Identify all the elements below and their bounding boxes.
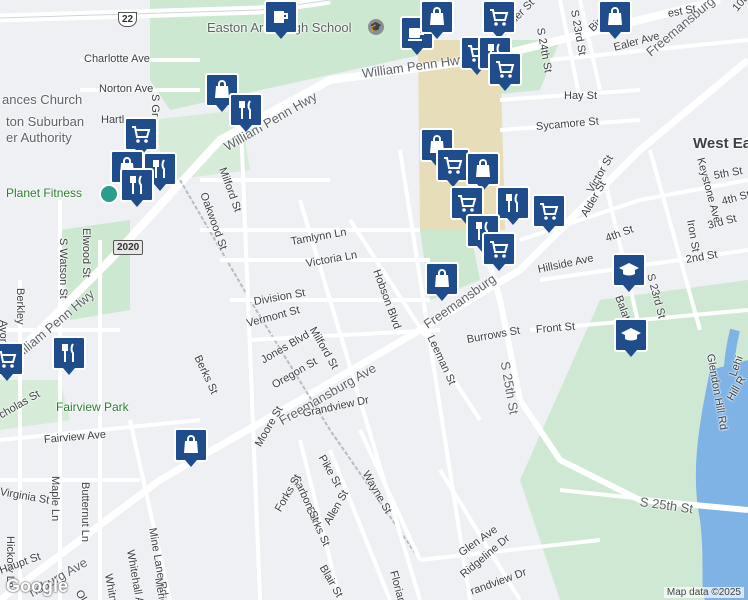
map-attribution[interactable]: Map data ©2025 xyxy=(663,587,744,598)
grocery-pin-6[interactable] xyxy=(532,194,566,233)
street-charlotte-ave: Charlotte Ave xyxy=(84,53,150,65)
shopping-bag-icon xyxy=(608,7,622,25)
fork-knife-icon xyxy=(506,193,518,212)
street-berkley: Berkley xyxy=(14,288,26,325)
shopping-bag-icon xyxy=(435,269,449,287)
shopping-pin-5[interactable] xyxy=(466,152,500,191)
map-canvas[interactable]: 22 2020 Easton Area High School 🎓 ances … xyxy=(0,0,748,600)
school-pin-1[interactable] xyxy=(612,253,646,292)
street-butternut-ln: Butternut Ln xyxy=(79,482,91,542)
grocery-pin-7[interactable] xyxy=(482,232,516,271)
water-authority-label: er Authority xyxy=(6,130,72,145)
shopping-pin-7[interactable] xyxy=(174,428,208,467)
grocery-pin-2[interactable] xyxy=(488,52,522,91)
cart-icon xyxy=(490,9,509,26)
coffee-icon xyxy=(274,11,288,23)
street-s-watson-st: S Watson St xyxy=(57,238,69,299)
restaurant-pin-2[interactable] xyxy=(229,93,263,132)
street-hartley: Hartl xyxy=(101,114,125,126)
grocery-pin-top[interactable] xyxy=(482,0,516,39)
us-22-shield: 22 xyxy=(118,12,138,27)
street-maple-ln: Maple Ln xyxy=(49,476,61,522)
pa-2020-shield: 2020 xyxy=(113,240,144,255)
cart-icon xyxy=(496,61,515,78)
fairview-park-label: Fairview Park xyxy=(56,400,129,414)
shopping-pin-top-right[interactable] xyxy=(598,0,632,39)
cart-icon xyxy=(490,241,509,258)
graduation-cap-icon xyxy=(619,263,639,276)
fork-knife-icon xyxy=(62,343,74,362)
school-pin-2[interactable] xyxy=(614,318,648,357)
graduation-cap-icon xyxy=(621,328,641,341)
restaurant-pin-4[interactable] xyxy=(120,168,154,207)
grocery-pin-8[interactable] xyxy=(0,342,24,381)
grocery-pin-3[interactable] xyxy=(124,117,158,156)
suburban-water-label: ton Suburban xyxy=(6,114,85,129)
west-easton-label: West Ea xyxy=(693,135,748,152)
school-icon: 🎓 xyxy=(368,19,384,35)
cart-icon xyxy=(0,351,17,368)
restaurant-pin-5[interactable] xyxy=(496,186,530,225)
restaurant-pin-7[interactable] xyxy=(52,336,86,375)
grocery-pin-4[interactable] xyxy=(436,148,470,187)
fitness-icon[interactable] xyxy=(99,184,119,204)
frances-church-label: ances Church xyxy=(2,92,83,107)
fork-knife-icon xyxy=(130,175,142,194)
cart-icon xyxy=(458,195,477,212)
shopping-bag-icon xyxy=(476,159,490,177)
cart-icon xyxy=(132,126,151,143)
cart-icon xyxy=(540,203,559,220)
street-elwood-st: Elwood St xyxy=(80,228,92,278)
shopping-bag-icon xyxy=(184,435,198,453)
fork-knife-icon xyxy=(239,100,251,119)
shopping-pin[interactable] xyxy=(264,0,298,39)
shopping-bag-icon xyxy=(430,7,444,25)
planet-fitness-label: Planet Fitness xyxy=(6,186,83,200)
shopping-bag-pin[interactable] xyxy=(420,0,454,39)
google-logo: Google xyxy=(6,576,68,596)
shopping-pin-6[interactable] xyxy=(425,262,459,301)
street-norton-ave: Norton Ave xyxy=(99,83,154,95)
cart-icon xyxy=(444,157,463,174)
street-hay-st: Hay St xyxy=(564,90,598,102)
